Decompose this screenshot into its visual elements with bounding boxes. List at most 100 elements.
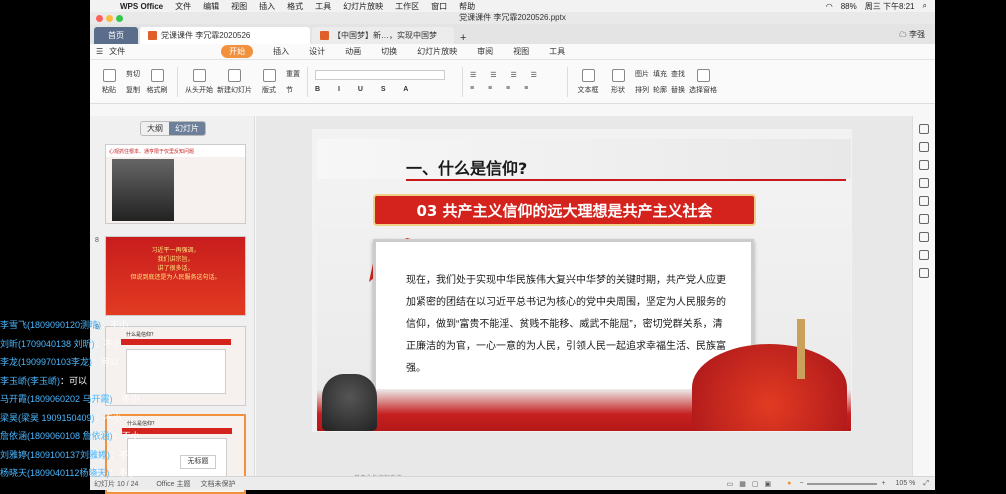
view-toggle: 大纲 幻灯片: [140, 121, 206, 136]
hamburger-icon[interactable]: ☰: [96, 47, 103, 56]
slide-number: 8: [95, 237, 99, 244]
arrange-button[interactable]: 排列: [635, 85, 649, 95]
chat-text: ：不小: [94, 338, 122, 349]
picture-button[interactable]: 图片: [635, 69, 649, 79]
chat-user: 李玉峤(李玉峤): [0, 375, 60, 386]
zoom-window-button[interactable]: [116, 15, 123, 22]
slide-thumbnail[interactable]: 心观抓住根本、通亨限于仅里反知问题: [105, 144, 246, 224]
ribbon-tab-animation[interactable]: 动画: [345, 46, 361, 57]
user-account[interactable]: ☁ 李强: [899, 29, 925, 40]
menu-view[interactable]: 视图: [231, 1, 247, 12]
slide-body-text[interactable]: 现在，我们处于实现中华民族伟大复兴中华梦的关键时期，共产党人应更加紧密的团结在以…: [406, 270, 731, 380]
outline-view-tab[interactable]: 大纲: [141, 122, 169, 135]
layout-button[interactable]: 版式: [256, 68, 282, 95]
shape-icon[interactable]: [919, 178, 929, 188]
align-buttons[interactable]: ≡ ≡ ≡ ≡: [470, 85, 560, 92]
divider: [462, 66, 463, 97]
font-style-buttons[interactable]: B I U S A: [315, 86, 455, 93]
menu-insert[interactable]: 插入: [259, 1, 275, 12]
ribbon-tab-insert[interactable]: 插入: [273, 46, 289, 57]
fill-icon[interactable]: [919, 160, 929, 170]
mac-menubar: WPS Office 文件 编辑 视图 插入 格式 工具 幻灯片放映 工作区 窗…: [90, 0, 935, 12]
view-buttons[interactable]: ▭▦▢▣: [727, 480, 777, 488]
list-buttons[interactable]: ☰ ☰ ☰ ☰: [470, 71, 560, 79]
ribbon-tab-design[interactable]: 设计: [309, 46, 325, 57]
chat-user: 梁昊(梁昊 1909150409): [0, 412, 95, 423]
zoom-level[interactable]: 105 %: [896, 480, 916, 487]
ribbon-tab-transition[interactable]: 切换: [381, 46, 397, 57]
settings-icon[interactable]: [919, 214, 929, 224]
search-icon[interactable]: ⌕: [923, 1, 927, 11]
minimize-window-button[interactable]: [106, 15, 113, 22]
textbox-button[interactable]: 文本框: [575, 68, 601, 95]
play-icon[interactable]: ●: [787, 480, 791, 487]
select-pane-button[interactable]: 选择窗格: [689, 68, 717, 95]
ribbon-tab-tools[interactable]: 工具: [549, 46, 565, 57]
cut-button[interactable]: 剪切: [126, 69, 140, 79]
reset-button[interactable]: 重置: [286, 69, 300, 79]
menu-workspace[interactable]: 工作区: [395, 1, 419, 12]
font-selector[interactable]: [315, 70, 445, 80]
slide-thumbnail[interactable]: 习近平一再强调， 我们讲宗旨， 讲了很多话， 但说到底还是为人民服务这句话。: [105, 236, 246, 316]
pptx-icon: [320, 31, 329, 40]
tab-document-2[interactable]: 【中国梦】新…，实现中国梦: [312, 27, 454, 44]
copy-button[interactable]: 复制: [126, 85, 140, 95]
chat-user: 詹依涵(1809060108 詹依涵): [0, 431, 113, 441]
chat-text: ：不小: [112, 431, 140, 441]
menu-window[interactable]: 窗口: [431, 1, 447, 12]
slide-header-band: [317, 139, 851, 179]
menu-slideshow[interactable]: 幻灯片放映: [343, 1, 383, 12]
wifi-icon[interactable]: ◠: [826, 2, 833, 11]
slide-banner[interactable]: 03 共产主义信仰的远大理想是共产主义社会: [373, 194, 756, 226]
ribbon-tab-home[interactable]: 开始: [221, 45, 254, 58]
section-button[interactable]: 节: [286, 85, 300, 95]
ribbon-tab-review[interactable]: 审阅: [477, 46, 493, 57]
slides-view-tab[interactable]: 幻灯片: [169, 122, 205, 135]
slide-canvas[interactable]: 一、什么是信仰? 03 共产主义信仰的远大理想是共产主义社会 现在，我们处于实现…: [312, 129, 852, 432]
ribbon-tab-view[interactable]: 视图: [513, 46, 529, 57]
menu-format[interactable]: 格式: [287, 1, 303, 12]
zoom-in-button[interactable]: +: [881, 480, 885, 487]
slide-background: 一、什么是信仰? 03 共产主义信仰的远大理想是共产主义社会 现在，我们处于实现…: [317, 139, 851, 431]
image-icon[interactable]: [919, 268, 929, 278]
tab-home[interactable]: 首页: [94, 27, 138, 44]
chat-message: 刘昕(1709040138 刘昕)：不小: [0, 337, 150, 356]
shape-button[interactable]: 形状: [605, 68, 631, 95]
replace-button[interactable]: 替换: [671, 85, 685, 95]
protect-status[interactable]: 文档未保护: [200, 479, 235, 489]
menu-file[interactable]: 文件: [175, 1, 191, 12]
animation-icon[interactable]: [919, 196, 929, 206]
app-menu[interactable]: WPS Office: [120, 2, 163, 11]
transition-icon[interactable]: [919, 232, 929, 242]
new-tab-button[interactable]: +: [460, 32, 466, 44]
file-menu[interactable]: 文件: [109, 46, 125, 57]
zoom-slider[interactable]: [807, 482, 878, 485]
format-painter-button[interactable]: 格式刷: [144, 68, 170, 95]
style-icon[interactable]: [919, 142, 929, 152]
play-from-start-button[interactable]: 从头开始: [185, 68, 213, 95]
new-slide-icon: [228, 68, 241, 82]
fit-window-icon[interactable]: ⤢: [923, 480, 929, 488]
new-slide-button[interactable]: 新建幻灯片: [217, 68, 252, 95]
outline-button[interactable]: 轮廓: [653, 85, 667, 95]
theme-name: Office 主题: [156, 480, 191, 488]
tab-document-1[interactable]: 党课课件 李冗霏2020526: [140, 27, 310, 44]
ribbon-tab-slideshow[interactable]: 幻灯片放映: [417, 46, 457, 57]
slide-heading[interactable]: 一、什么是信仰?: [406, 155, 527, 179]
fill-button[interactable]: 填充: [653, 69, 667, 79]
property-icon[interactable]: [919, 124, 929, 134]
close-window-button[interactable]: [96, 15, 103, 22]
clock[interactable]: 周三 下午8:21: [865, 1, 915, 12]
zoom-out-button[interactable]: −: [799, 480, 803, 487]
play-icon: [192, 68, 206, 82]
menu-tools[interactable]: 工具: [315, 1, 331, 12]
menu-edit[interactable]: 编辑: [203, 1, 219, 12]
textbox-icon: [581, 68, 595, 82]
stone-lion-image: [322, 374, 377, 431]
paste-button[interactable]: 粘贴: [96, 68, 122, 95]
find-button[interactable]: 查找: [671, 69, 685, 79]
slide-text-card[interactable]: 现在，我们处于实现中华民族伟大复兴中华梦的关键时期，共产党人应更加紧密的团结在以…: [373, 239, 754, 392]
battery-level[interactable]: 88%: [841, 2, 857, 11]
menu-help[interactable]: 帮助: [459, 1, 475, 12]
history-icon[interactable]: [919, 250, 929, 260]
